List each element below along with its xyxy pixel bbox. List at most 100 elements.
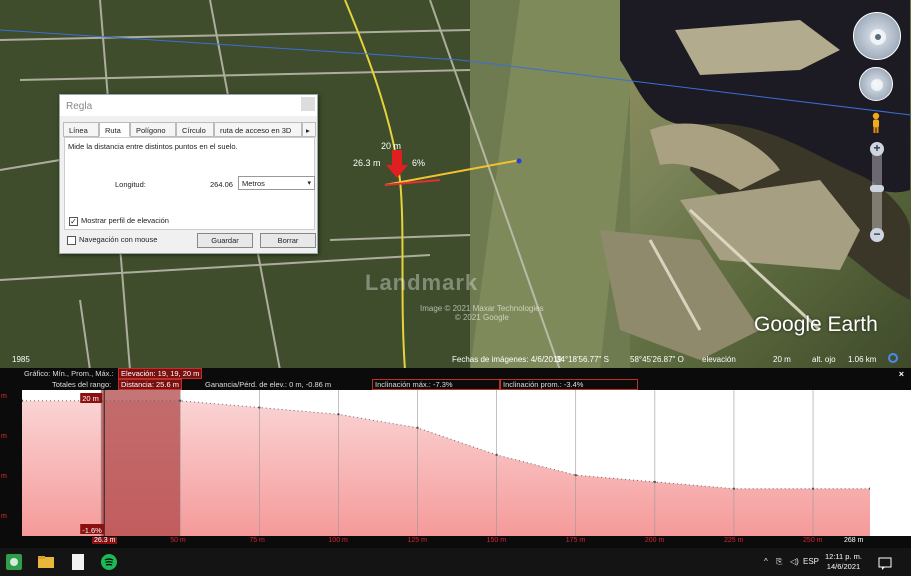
elevation-stats: Elevación: 19, 19, 20 m (118, 368, 203, 379)
longitude-readout: 58°45'26.87" O (630, 355, 684, 364)
watermark-text: Landmark (365, 270, 479, 295)
y-tick-label: m (1, 393, 7, 400)
chevron-down-icon: ▾ (307, 180, 311, 187)
close-profile-button[interactable]: × (899, 369, 904, 379)
cursor-distance-label: 26.3 m (92, 537, 118, 544)
mouse-nav-checkbox[interactable] (67, 235, 76, 245)
mouse-nav-row[interactable]: Navegación con mouse (67, 235, 157, 245)
zoom-out-button[interactable]: − (870, 228, 884, 242)
notification-icon[interactable] (877, 555, 893, 571)
length-value: 264.06 (210, 180, 233, 189)
map-status-bar: 1985 Fechas de imágenes: 4/6/2019 34°18'… (0, 352, 911, 368)
volume-icon[interactable]: ◁) (790, 557, 799, 566)
x-tick-label: 250 m (803, 537, 823, 544)
move-joystick[interactable] (859, 67, 893, 101)
windows-taskbar: ^ ⎘ ◁) ESP 12:11 p. m. 14/6/2021 (0, 548, 911, 576)
path-label-left: 26.3 m (353, 158, 381, 168)
x-tick-label: 100 m (328, 537, 348, 544)
eye-altitude-label: alt. ojo (812, 355, 836, 364)
gain-loss-stat: Ganancia/Pérd. de elev.: 0 m, -0.86 m (205, 380, 332, 389)
unit-select-value: Metros (242, 179, 265, 188)
google-earth-logo: Google Earth (754, 313, 878, 336)
x-tick-label: 75 m (249, 537, 265, 544)
ruler-tabs: Línea Ruta Polígono Círculo ruta de acce… (60, 122, 319, 137)
graph-label: Gráfico: Mín., Prom., Máx.: (24, 369, 114, 378)
ruler-pane: Mide la distancia entre distintos puntos… (64, 137, 315, 230)
elevation-point (495, 453, 498, 457)
elevation-point (574, 473, 577, 477)
y-axis-labels: m m m m (0, 390, 22, 548)
y-tick-label: m (1, 513, 7, 520)
show-profile-checkbox[interactable]: ✓ (69, 216, 78, 226)
tab-ruta[interactable]: Ruta (99, 122, 130, 137)
profile-header: Gráfico: Mín., Prom., Máx.: Elevación: 1… (0, 368, 911, 390)
network-icon[interactable]: ⎘ (776, 557, 782, 567)
loading-indicator-icon (888, 353, 898, 363)
ruler-dialog: Regla Línea Ruta Polígono Círculo ruta d… (59, 94, 318, 254)
x-tick-label: 125 m (407, 537, 427, 544)
y-tick-label: m (1, 433, 7, 440)
elevation-point (811, 487, 815, 490)
distance-stat: Distancia: 25.6 m (118, 379, 182, 390)
cursor-bottom-label: -1.6% (82, 526, 102, 535)
selected-range (101, 390, 181, 536)
document-icon[interactable] (70, 554, 86, 570)
tray-chevron-icon[interactable]: ^ (764, 557, 768, 566)
elevation-point (337, 413, 340, 416)
range-totals-label: Totales del rango: (52, 380, 112, 389)
zoom-handle[interactable] (870, 185, 884, 192)
imagery-date: Fechas de imágenes: 4/6/2019 (452, 355, 562, 364)
hand-icon (871, 79, 883, 91)
length-label: Longitud: (115, 180, 146, 189)
x-tick-label: 200 m (644, 537, 665, 544)
mouse-nav-label: Navegación con mouse (79, 235, 158, 244)
attribution-google: © 2021 Google (454, 313, 509, 322)
x-axis-labels: 26.3 m 50 m 75 m 100 m 125 m 150 m 175 m 200 m… (0, 536, 911, 548)
file-explorer-icon[interactable] (38, 554, 54, 570)
save-button[interactable]: Guardar (197, 233, 253, 248)
clear-button[interactable]: Borrar (260, 233, 316, 248)
elevation-point (416, 426, 419, 430)
elevation-profile-panel: Gráfico: Mín., Prom., Máx.: Elevación: 1… (0, 368, 911, 548)
latitude-readout: 34°18'56.77" S (556, 355, 609, 364)
spotify-icon[interactable] (101, 554, 117, 570)
clock-time: 12:11 p. m. (825, 552, 862, 561)
elevation-value: 20 m (773, 355, 791, 364)
google-earth-taskbar-icon[interactable] (6, 554, 22, 570)
zoom-in-button[interactable]: + (870, 142, 884, 156)
map-attribution: Image © 2021 Maxar Technologies © 2021 G… (420, 304, 544, 322)
show-profile-label: Mostrar perfil de elevación (81, 216, 169, 225)
show-profile-row[interactable]: ✓ Mostrar perfil de elevación (69, 216, 169, 226)
unit-select[interactable]: Metros ▾ (238, 176, 315, 190)
ruler-description: Mide la distancia entre distintos puntos… (68, 142, 238, 151)
avg-slope-stat: Inclinación prom.: -3.4% (500, 379, 638, 390)
dialog-close-button[interactable] (301, 97, 315, 111)
x-tick-label: 225 m (723, 537, 744, 544)
ruler-title: Regla (60, 95, 317, 116)
tab-ruta-3d[interactable]: ruta de acceso en 3D (214, 122, 302, 137)
tab-poligono[interactable]: Polígono (130, 122, 176, 137)
elevation-point (653, 480, 657, 484)
ruler-footer: Navegación con mouse Guardar Borrar (67, 233, 317, 249)
tab-scroll-right-icon[interactable]: ▸ (302, 122, 316, 137)
timeline-year[interactable]: 1985 (12, 355, 30, 364)
tab-circulo[interactable]: Círculo (176, 122, 214, 137)
x-tick-label: 268 m (844, 537, 864, 544)
path-label-top: 20 m (381, 141, 402, 151)
look-joystick[interactable] (853, 12, 901, 60)
cursor-top-label: 20 m (82, 394, 99, 403)
eye-altitude-value: 1.06 km (848, 355, 877, 364)
clock-date: 14/6/2021 (826, 562, 861, 571)
x-tick-label: 50 m (170, 537, 186, 544)
max-slope-stat: Inclinación máx.: -7.3% (372, 379, 500, 390)
tab-linea[interactable]: Línea (63, 122, 99, 137)
elevation-chart[interactable]: 20 m -1.6% (22, 390, 870, 536)
elevation-point (258, 406, 261, 409)
attribution-imagery: Image © 2021 Maxar Technologies (420, 304, 544, 313)
language-indicator[interactable]: ESP (803, 557, 819, 566)
path-label-right: 6% (412, 158, 426, 168)
x-tick-label: 175 m (565, 537, 586, 544)
x-tick-label: 150 m (486, 537, 507, 544)
street-view-pegman-icon[interactable] (870, 112, 882, 134)
clock[interactable]: 12:11 p. m. 14/6/2021 (825, 552, 862, 572)
